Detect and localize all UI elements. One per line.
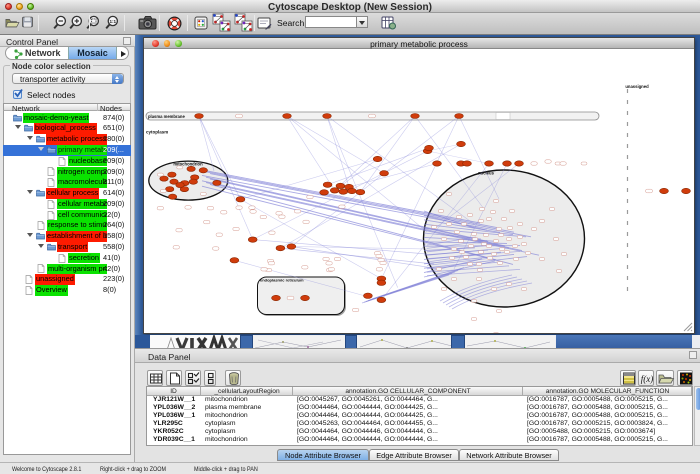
svg-text:plasma membrane: plasma membrane: [148, 114, 185, 119]
svg-text:unassigned: unassigned: [625, 84, 649, 89]
svg-text:f(x): f(x): [641, 374, 654, 384]
svg-text:endoplasmic reticulum: endoplasmic reticulum: [260, 278, 304, 283]
svg-text:cytoplasm: cytoplasm: [146, 130, 168, 135]
